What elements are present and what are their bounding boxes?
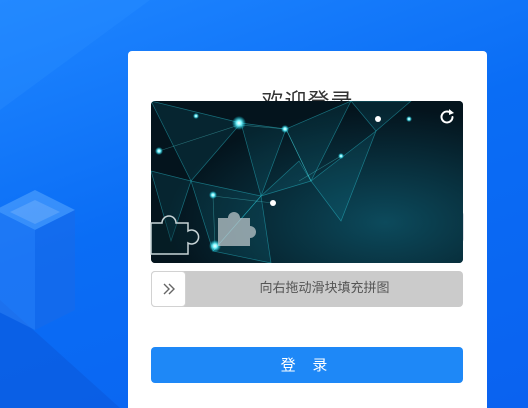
isometric-block-icon (0, 190, 75, 330)
puzzle-hole-icon (218, 212, 256, 246)
double-chevron-right-icon (163, 283, 175, 295)
refresh-icon[interactable] (437, 107, 457, 127)
captcha-slider-handle[interactable] (151, 271, 186, 307)
puzzle-piece-icon[interactable] (150, 209, 202, 257)
login-button[interactable]: 登 录 (151, 347, 463, 383)
slider-hint-text: 向右拖动滑块填充拼图 (259, 281, 390, 296)
